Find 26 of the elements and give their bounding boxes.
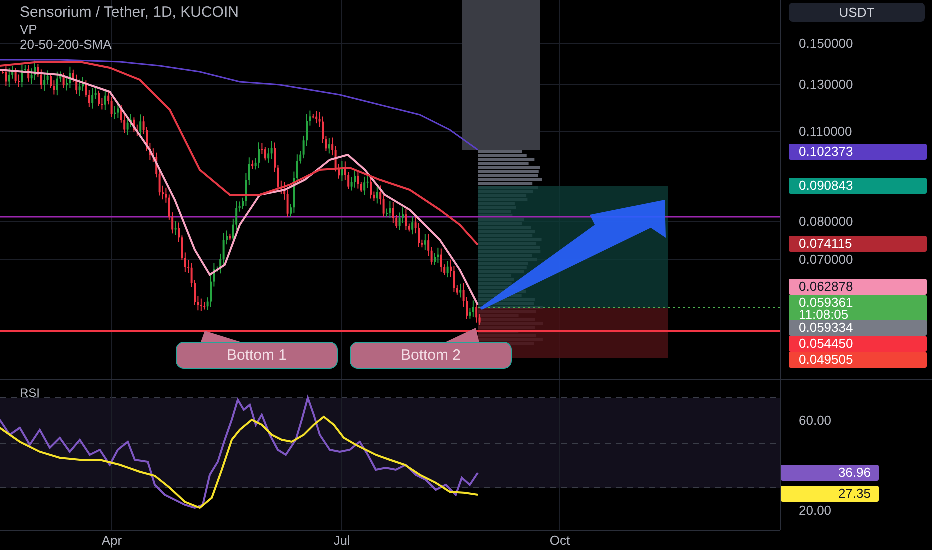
- price-tick: 0.130000: [799, 76, 854, 93]
- price-label: 0.059334: [789, 320, 927, 336]
- indicator-label: 20-50-200-SMA: [20, 37, 112, 52]
- price-label: 0.090843: [789, 178, 927, 194]
- rsi-tick: 60.00: [799, 413, 832, 429]
- price-label: 0.049505: [789, 352, 927, 368]
- rsi-label: 36.96: [781, 464, 879, 481]
- currency-button[interactable]: USDT: [789, 3, 925, 22]
- indicator-label: VP: [20, 22, 38, 37]
- price-tick: 0.110000: [799, 124, 852, 140]
- price-tick: 0.150000: [799, 36, 854, 52]
- time-tick: Oct: [548, 533, 572, 548]
- price-tick: 0.070000: [799, 252, 854, 268]
- rsi-tick: 20.00: [799, 503, 832, 519]
- time-tick: Jul: [332, 533, 352, 548]
- callout-label: Bottom 1: [176, 342, 338, 369]
- price-tick: 0.080000: [799, 214, 854, 230]
- price-label: 0.102373: [789, 144, 927, 160]
- price-label: 0.062878: [789, 279, 927, 295]
- time-tick: Apr: [100, 533, 124, 548]
- callout-label: Bottom 2: [350, 342, 512, 369]
- price-label: 0.074115: [789, 236, 927, 252]
- chart-title: Sensorium / Tether, 1D, KUCOIN: [20, 3, 239, 22]
- rsi-title: RSI: [20, 386, 40, 400]
- rsi-label: 27.35: [781, 486, 879, 502]
- price-label: 0.054450: [789, 336, 927, 352]
